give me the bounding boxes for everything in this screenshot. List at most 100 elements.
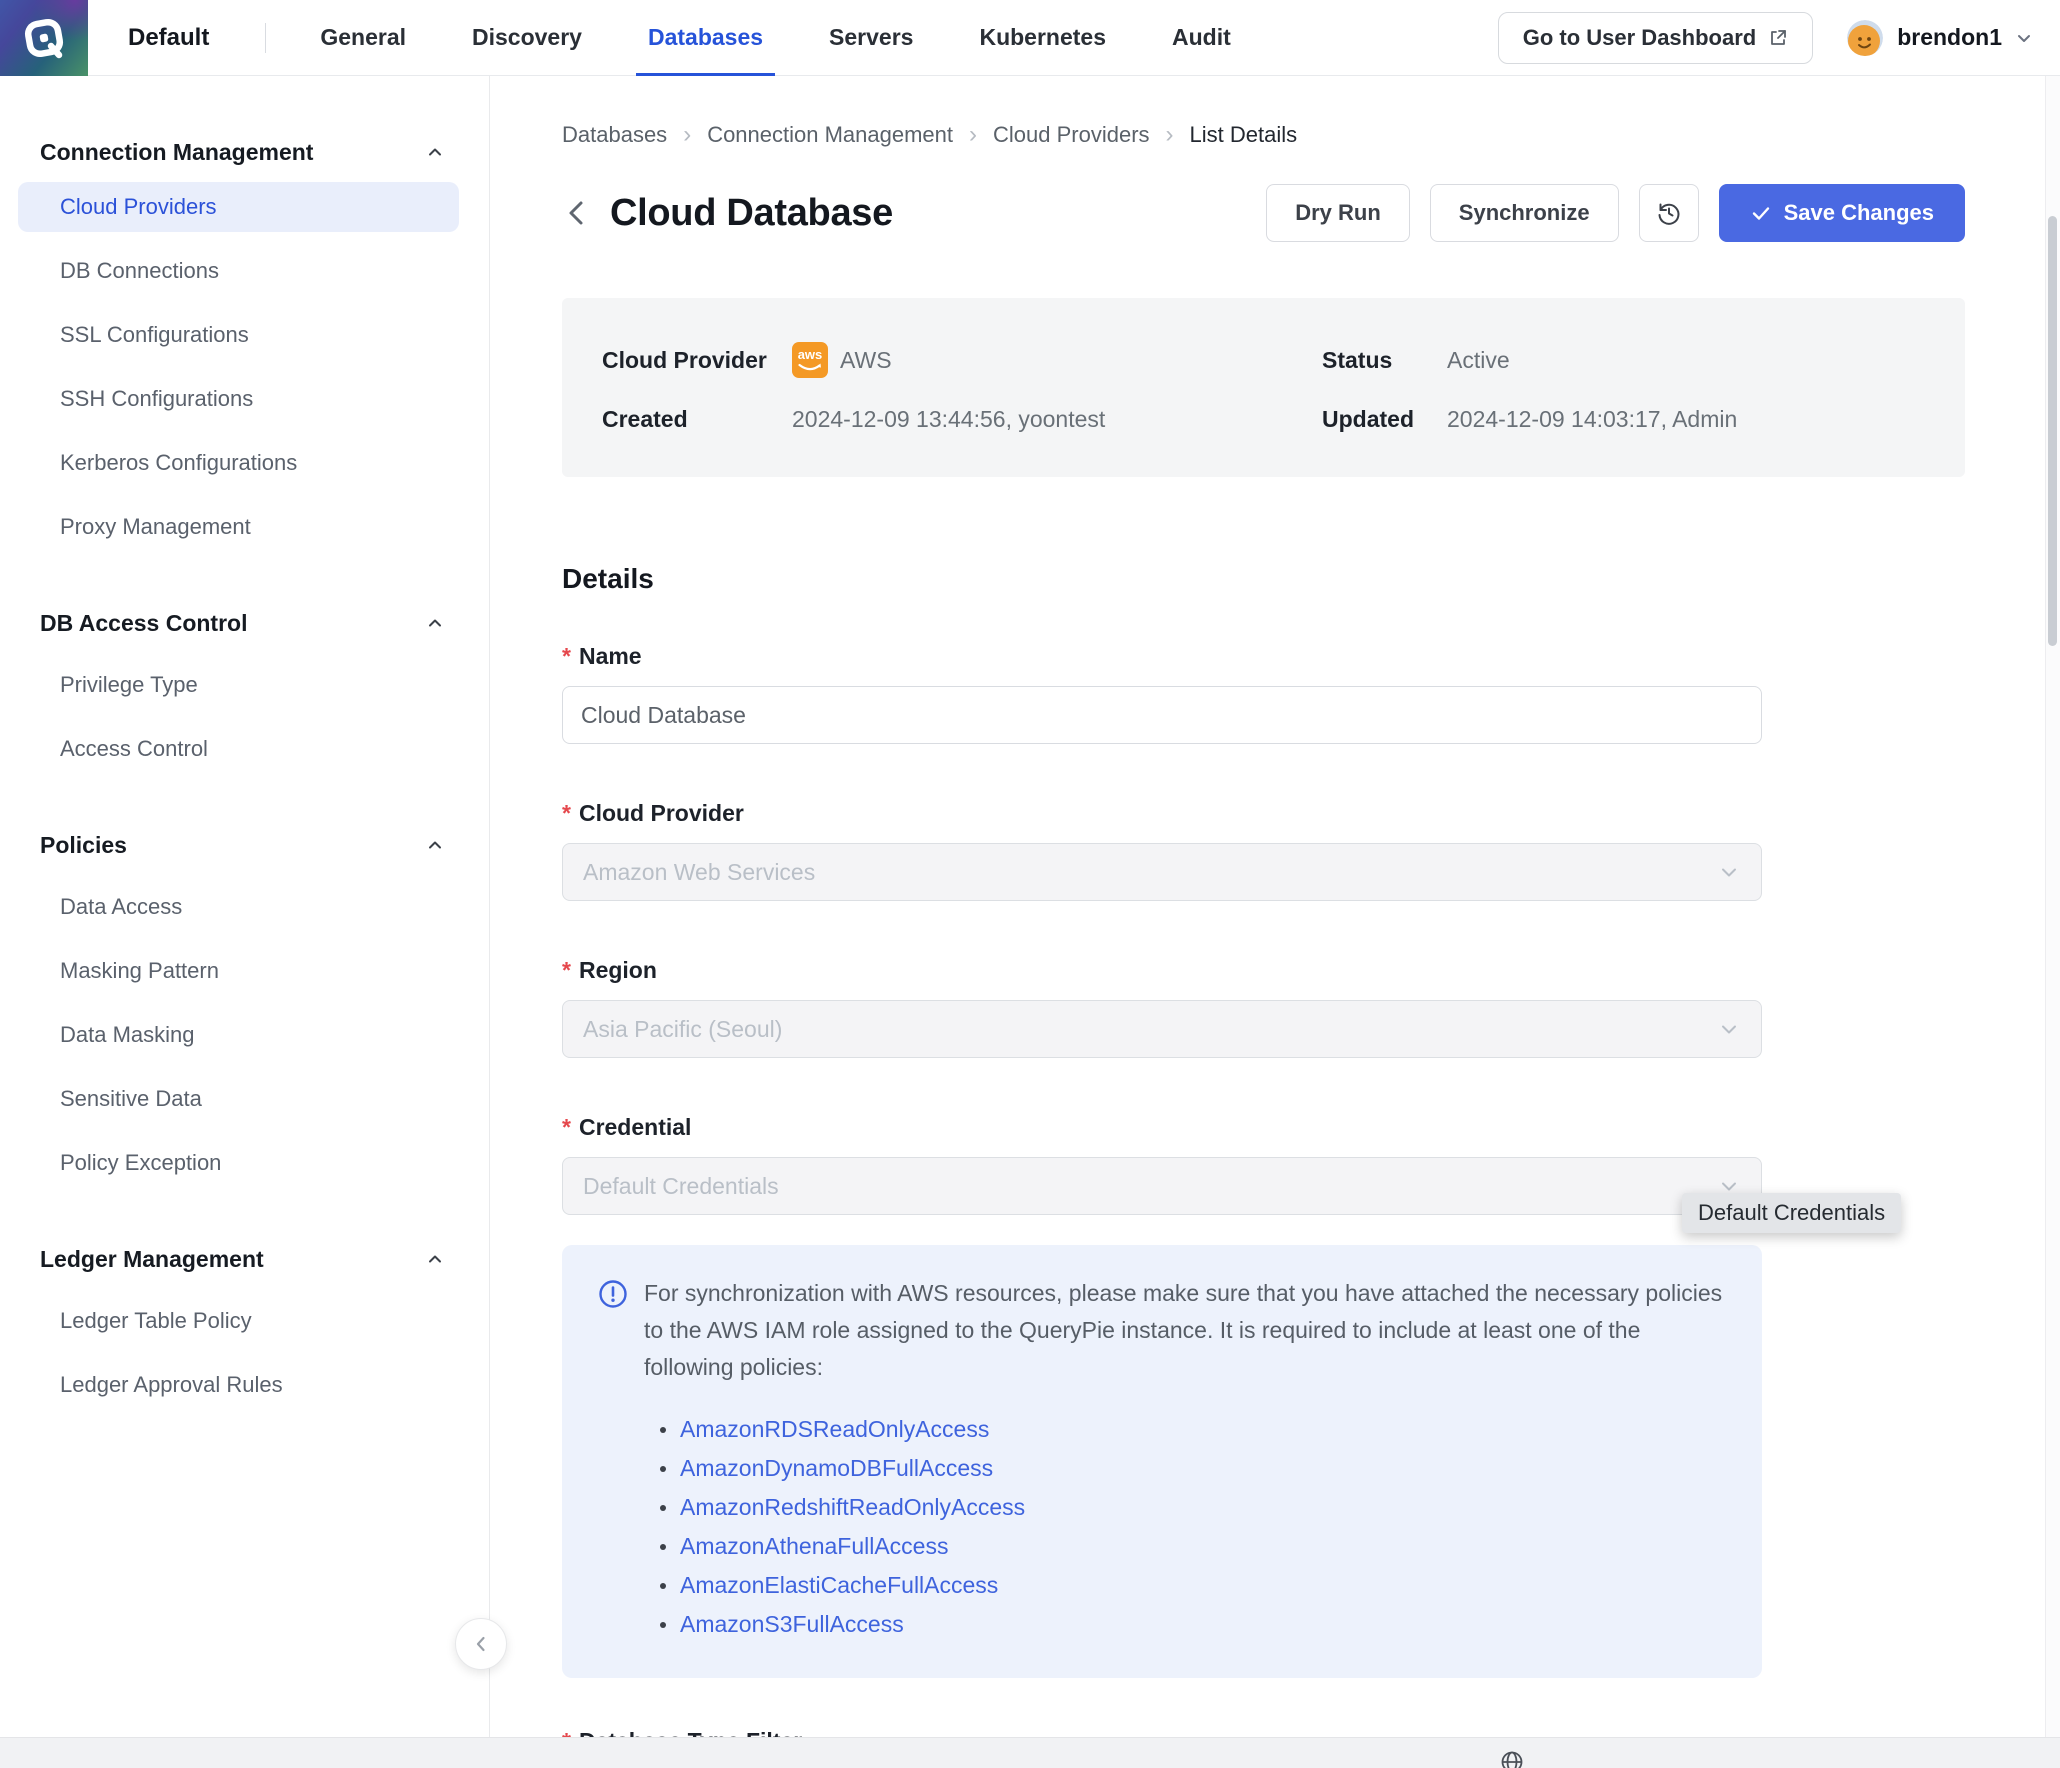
region-select-value: Asia Pacific (Seoul) [583,1016,782,1043]
chevron-up-icon [425,142,445,162]
summary-created-label: Created [602,406,792,433]
layout: Connection Management Cloud Providers DB… [0,76,2060,1768]
summary-status: Status Active [1322,342,1965,378]
save-changes-button[interactable]: Save Changes [1719,184,1965,242]
tab-audit[interactable]: Audit [1172,0,1231,75]
required-asterisk: * [562,957,571,984]
breadcrumb-separator: › [683,123,691,147]
sidebar-section-db-access-control: DB Access Control Privilege Type Access … [0,603,489,781]
tab-general[interactable]: General [320,0,406,75]
collapse-sidebar-button[interactable] [455,1618,507,1670]
sidebar-item-sensitive-data[interactable]: Sensitive Data [0,1067,489,1131]
sidebar-item-data-access[interactable]: Data Access [0,875,489,939]
aws-text: AWS [840,347,892,374]
back-button[interactable] [562,196,592,230]
querypie-logo[interactable] [0,0,88,76]
sidebar-item-ledger-table-policy[interactable]: Ledger Table Policy [0,1289,489,1353]
admin-page: Default General Discovery Databases Serv… [0,0,2060,1768]
tab-discovery[interactable]: Discovery [472,0,582,75]
policy-link-dynamodb[interactable]: AmazonDynamoDBFullAccess [680,1450,993,1487]
tab-servers[interactable]: Servers [829,0,913,75]
breadcrumb-separator: › [1166,123,1174,147]
page-title: Cloud Database [610,192,893,235]
breadcrumb-databases[interactable]: Databases [562,122,667,148]
breadcrumb-list-details: List Details [1190,122,1298,148]
querypie-logo-icon [21,15,67,61]
sidebar-item-privilege-type[interactable]: Privilege Type [0,653,489,717]
summary-updated-value: 2024-12-09 14:03:17, Admin [1447,406,1737,433]
history-icon [1655,199,1683,227]
scrollbar-track [2045,76,2060,1768]
bullet-icon [660,1622,666,1628]
summary-cloud-provider: Cloud Provider aws AWS [602,342,1322,378]
summary-panel: Cloud Provider aws AWS [562,298,1965,477]
name-input[interactable] [562,686,1762,744]
policy-link-redshift[interactable]: AmazonRedshiftReadOnlyAccess [680,1489,1025,1526]
sidebar-header-connection-management[interactable]: Connection Management [0,132,489,172]
synchronize-button[interactable]: Synchronize [1430,184,1619,242]
chevron-left-icon [471,1634,491,1654]
region-label-text: Region [579,957,657,984]
required-asterisk: * [562,1114,571,1141]
sidebar-item-data-masking[interactable]: Data Masking [0,1003,489,1067]
section-items: Privilege Type Access Control [0,653,489,781]
bullet-icon [660,1505,666,1511]
sidebar-item-masking-pattern[interactable]: Masking Pattern [0,939,489,1003]
list-item: AmazonRedshiftReadOnlyAccess [644,1488,1726,1527]
username[interactable]: brendon1 [1897,24,2002,51]
cloud-provider-select[interactable]: Amazon Web Services [562,843,1762,901]
region-select[interactable]: Asia Pacific (Seoul) [562,1000,1762,1058]
summary-created: Created 2024-12-09 13:44:56, yoontest [602,406,1322,433]
page-header: Cloud Database Dry Run Synchronize [562,184,1965,242]
region-field-group: * Region Asia Pacific (Seoul) [562,957,1762,1058]
sidebar-item-ssh-configurations[interactable]: SSH Configurations [0,367,489,431]
list-item: AmazonS3FullAccess [644,1605,1726,1644]
sidebar-header-ledger-management[interactable]: Ledger Management [0,1239,489,1279]
chevron-down-icon [1717,1017,1741,1041]
section-title: Ledger Management [40,1246,264,1273]
chevron-up-icon [425,613,445,633]
bullet-icon [660,1544,666,1550]
cloud-provider-label-text: Cloud Provider [579,800,744,827]
sidebar-item-kerberos-configurations[interactable]: Kerberos Configurations [0,431,489,495]
tab-databases[interactable]: Databases [648,0,763,75]
required-asterisk: * [562,800,571,827]
user-avatar[interactable] [1847,20,1883,56]
sidebar-item-ssl-configurations[interactable]: SSL Configurations [0,303,489,367]
required-asterisk: * [562,643,571,670]
breadcrumb-connection-management[interactable]: Connection Management [707,122,953,148]
sidebar-header-policies[interactable]: Policies [0,825,489,865]
breadcrumb-cloud-providers[interactable]: Cloud Providers [993,122,1150,148]
history-button[interactable] [1639,184,1699,242]
policy-link-s3[interactable]: AmazonS3FullAccess [680,1606,904,1643]
check-icon [1750,202,1772,224]
details-heading: Details [562,563,2060,595]
summary-cloud-provider-value: aws AWS [792,342,892,378]
globe-icon [1500,1750,1524,1768]
policy-link-rds[interactable]: AmazonRDSReadOnlyAccess [680,1411,989,1448]
sidebar-item-proxy-management[interactable]: Proxy Management [0,495,489,559]
main-nav: General Discovery Databases Servers Kube… [320,0,1230,75]
summary-updated: Updated 2024-12-09 14:03:17, Admin [1322,406,1965,433]
tab-kubernetes[interactable]: Kubernetes [979,0,1106,75]
save-changes-label: Save Changes [1784,200,1934,226]
credential-select[interactable]: Default Credentials [562,1157,1762,1215]
section-title: DB Access Control [40,610,247,637]
language-selector[interactable] [1500,1750,1524,1768]
sidebar-item-cloud-providers[interactable]: Cloud Providers [18,182,459,232]
go-to-user-dashboard-button[interactable]: Go to User Dashboard [1498,12,1813,64]
sidebar-item-access-control[interactable]: Access Control [0,717,489,781]
bullet-icon [660,1466,666,1472]
credential-field-group: * Credential Default Credentials Default… [562,1114,1762,1215]
user-menu-chevron-down-icon[interactable] [2014,28,2034,48]
dry-run-button[interactable]: Dry Run [1266,184,1410,242]
sidebar-item-ledger-approval-rules[interactable]: Ledger Approval Rules [0,1353,489,1417]
sidebar-item-policy-exception[interactable]: Policy Exception [0,1131,489,1195]
sidebar-header-db-access-control[interactable]: DB Access Control [0,603,489,643]
policy-link-athena[interactable]: AmazonAthenaFullAccess [680,1528,948,1565]
scrollbar-thumb[interactable] [2048,216,2057,646]
policy-link-elasticache[interactable]: AmazonElastiCacheFullAccess [680,1567,998,1604]
sidebar-item-db-connections[interactable]: DB Connections [0,239,489,303]
aws-icon: aws [792,342,828,378]
page-actions: Dry Run Synchronize [1266,184,1965,242]
